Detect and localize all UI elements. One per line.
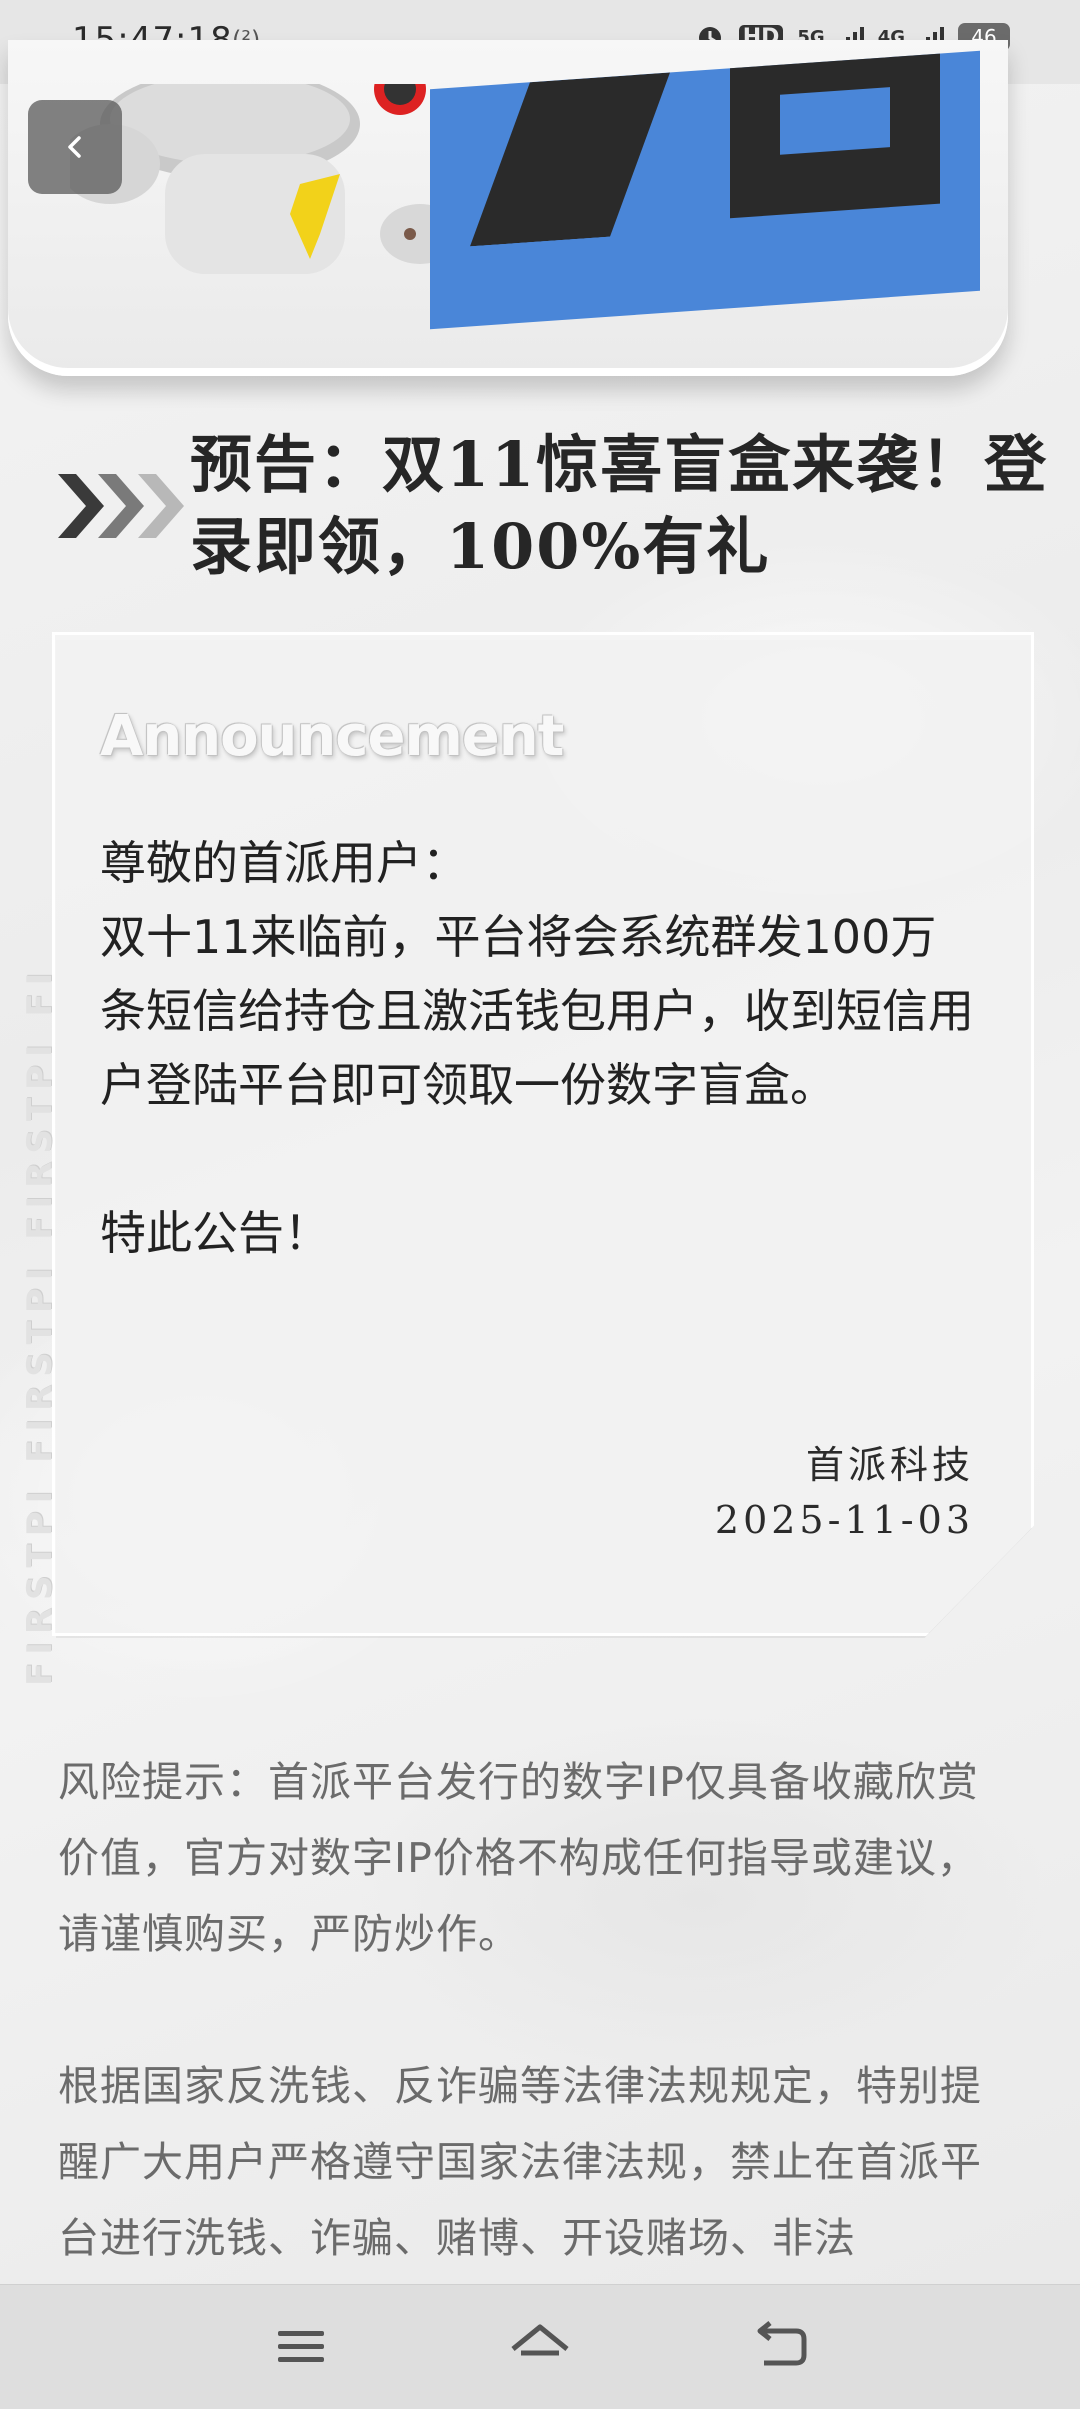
announcement-body: 尊敬的首派用户： 双十11来临前，平台将会系统群发100万条短信给持仓且激活钱包… bbox=[100, 826, 980, 1270]
return-icon bbox=[757, 2321, 807, 2366]
mascot-illustration bbox=[70, 84, 430, 274]
announcement-date: 2025-11-03 bbox=[714, 1498, 974, 1542]
page-title: 预告：双11惊喜盲盒来袭！登录即领，100%有礼 bbox=[190, 428, 1049, 583]
announcement-signer: 首派科技 bbox=[805, 1443, 974, 1487]
title-arrows-icon bbox=[58, 474, 184, 538]
menu-icon bbox=[278, 2331, 324, 2362]
home-icon bbox=[511, 2324, 569, 2356]
risk-notice: 风险提示：首派平台发行的数字IP仅具备收藏欣赏价值，官方对数字IP价格不构成任何… bbox=[58, 1758, 979, 1958]
announcement-greeting: 尊敬的首派用户： bbox=[100, 836, 468, 890]
navigation-bar bbox=[0, 2284, 1080, 2409]
return-button[interactable] bbox=[746, 2315, 816, 2379]
home-button[interactable] bbox=[505, 2315, 575, 2379]
announcement-text: 双十11来临前，平台将会系统群发100万条短信给持仓且激活钱包用户，收到短信用户… bbox=[100, 910, 974, 1112]
menu-button[interactable] bbox=[266, 2315, 336, 2379]
banner-title-graphic bbox=[430, 50, 980, 330]
announcement-heading: Announcement bbox=[100, 704, 564, 769]
chevron-left-icon bbox=[68, 136, 81, 158]
announcement-closing: 特此公告！ bbox=[100, 1206, 330, 1260]
back-button[interactable] bbox=[28, 100, 122, 194]
side-watermark: FIRSTPI FIRSTPI FIRSTPI FI bbox=[20, 964, 60, 1686]
law-notice: 根据国家反洗钱、反诈骗等法律法规规定，特别提醒广大用户严格遵守国家法律法规，禁止… bbox=[58, 2062, 982, 2262]
